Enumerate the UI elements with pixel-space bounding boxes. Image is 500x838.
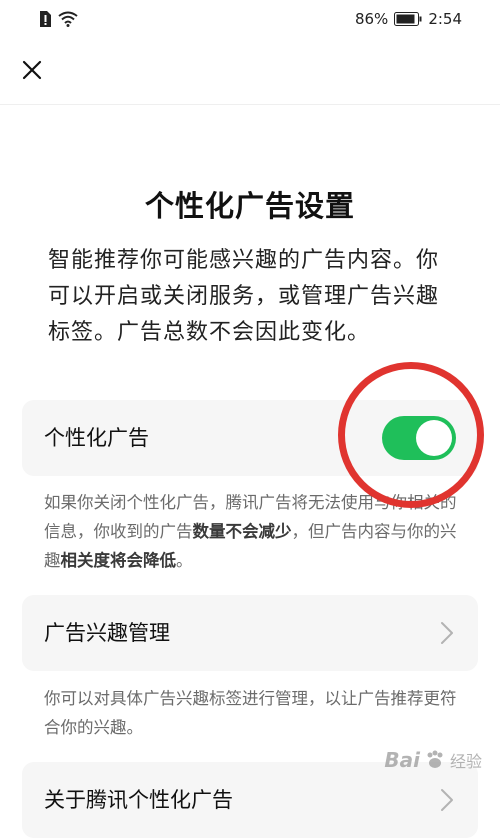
paw-icon xyxy=(427,750,443,768)
personalized-ads-toggle[interactable] xyxy=(382,416,456,460)
page-title: 个性化广告设置 xyxy=(144,189,355,223)
about-row[interactable]: 关于腾讯个性化广告 xyxy=(22,762,478,838)
note-bold-1: 数量不会减少 xyxy=(192,522,292,541)
interest-management-label: 广告兴趣管理 xyxy=(44,621,170,645)
status-right: 86% 2:54 xyxy=(355,10,462,28)
clock: 2:54 xyxy=(428,10,462,28)
status-bar: 86% 2:54 xyxy=(0,0,500,38)
watermark: Bai 经验 xyxy=(384,748,482,772)
battery-icon xyxy=(394,12,422,26)
note-bold-2: 相关度将会降低 xyxy=(60,551,177,570)
personalized-ads-label: 个性化广告 xyxy=(44,426,149,450)
chevron-right-icon xyxy=(441,789,453,811)
interest-management-row[interactable]: 广告兴趣管理 xyxy=(22,595,478,671)
about-label: 关于腾讯个性化广告 xyxy=(44,788,233,812)
wifi-icon xyxy=(58,11,78,27)
sim-alert-icon xyxy=(40,11,51,27)
page-description: 智能推荐你可能感兴趣的广告内容。你可以开启或关闭服务，或管理广告兴趣标签。广告总… xyxy=(48,248,440,345)
interest-management-note: 你可以对具体广告兴趣标签进行管理，以让广告推荐更符合你的兴趣。 xyxy=(44,689,457,737)
watermark-brand: Bai xyxy=(384,748,420,772)
watermark-sub: 经验 xyxy=(449,752,482,771)
personalized-ads-row[interactable]: 个性化广告 xyxy=(22,400,478,476)
battery-percent: 86% xyxy=(354,10,389,28)
close-button[interactable] xyxy=(14,52,50,88)
close-icon xyxy=(22,60,42,80)
status-left xyxy=(38,10,78,28)
toggle-knob xyxy=(416,420,452,456)
chevron-right-icon xyxy=(441,622,453,644)
nav-bar xyxy=(0,38,500,105)
note-text-3: 。 xyxy=(176,551,193,570)
personalized-ads-note: 如果你关闭个性化广告，腾讯广告将无法使用与你相关的信息，你收到的广告数量不会减少… xyxy=(44,488,464,575)
